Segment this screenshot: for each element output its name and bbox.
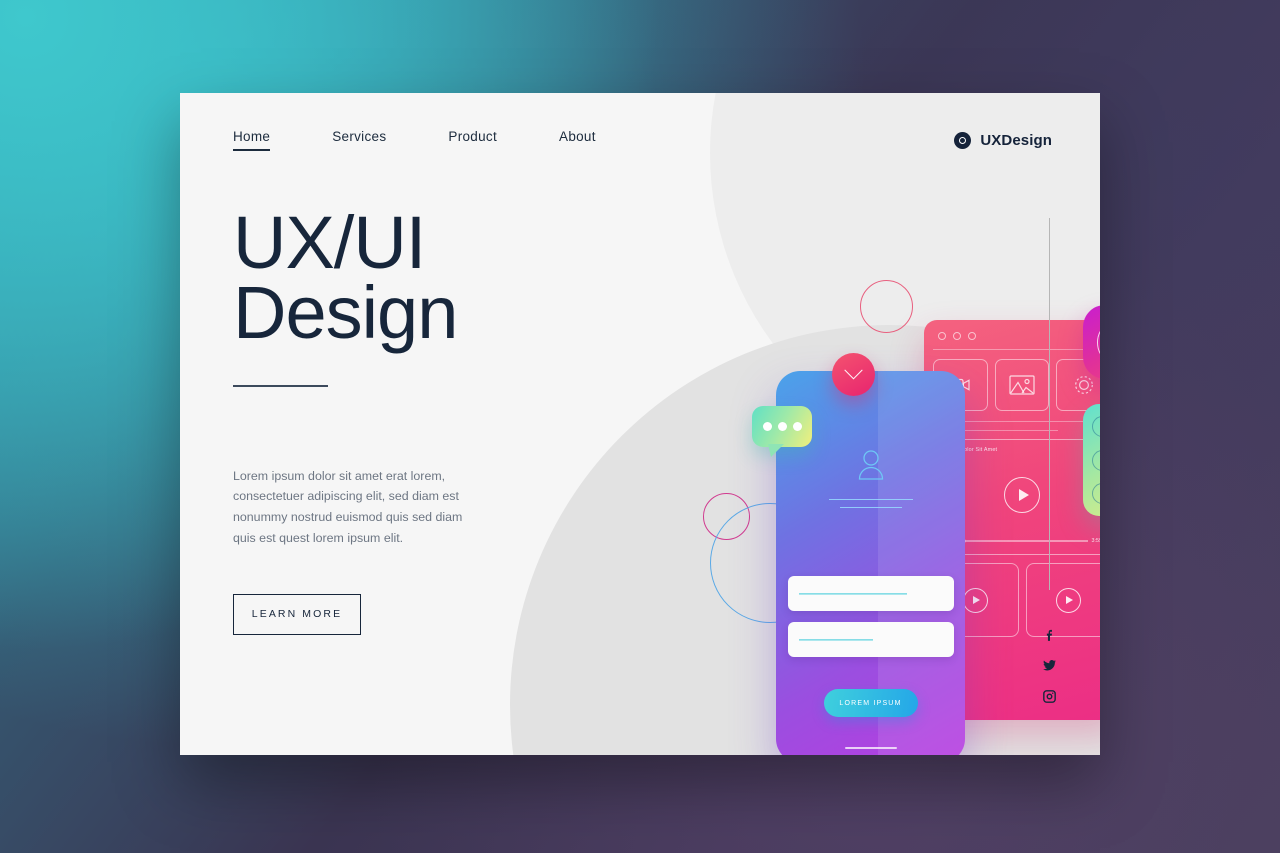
window-dot [953,332,961,340]
window-dot [938,332,946,340]
desktop-background: Home Services Product About UXDesign UX/… [0,0,1280,853]
phone-text-line [839,507,902,508]
learn-more-button[interactable]: LEARN MORE [233,593,361,635]
video-duration: 3:59 [1091,538,1101,544]
hero-paragraph: Lorem ipsum dolor sit amet erat lorem, c… [233,468,463,546]
site-header: Home Services Product About UXDesign [233,129,1052,151]
twitter-icon[interactable] [1041,657,1058,674]
stat-row: 30% [1092,483,1100,504]
chat-dot [792,422,802,431]
input-field-2[interactable] [788,622,954,657]
panel-divider [933,349,1100,350]
input-field-1[interactable] [788,576,954,611]
circle-dot-icon [954,131,972,149]
video-progress-slider[interactable]: 3:59 [942,537,1101,545]
stats-card: 50% 70% [1083,404,1100,516]
stat-avatar [1092,416,1100,437]
landing-page-card: Home Services Product About UXDesign UX/… [180,93,1100,755]
chat-dot [777,422,787,431]
video-title: Lorem Dolor Sit Amet [942,447,998,453]
hero-illustration: Lorem Dolor Sit Amet 3:59 [520,153,1100,755]
main-navigation: Home Services Product About [233,129,596,151]
page-title: UX/UI Design [233,201,458,354]
brand-logo[interactable]: UXDesign [954,131,1052,149]
user-avatar-icon [851,445,891,490]
stat-avatar [1092,483,1100,504]
brand-name: UXDesign [980,131,1052,149]
nav-link-home[interactable]: Home [233,129,271,151]
play-icon[interactable] [1004,476,1040,513]
nav-link-about[interactable]: About [559,129,596,151]
gear-icon [1074,376,1093,394]
hero-section: UX/UI Design Lorem ipsum dolor sit amet … [233,201,563,635]
window-dots [938,332,1100,340]
social-icon-list [1041,626,1058,705]
avatar-ring [1096,318,1100,366]
title-divider [233,385,328,387]
input-value-line [799,638,873,641]
stat-row: 50% [1092,416,1100,437]
nav-link-services[interactable]: Services [332,129,386,151]
play-icon [1055,587,1081,613]
facebook-icon[interactable] [1041,626,1058,643]
image-icon [1009,375,1035,395]
instagram-icon[interactable] [1041,688,1058,705]
chat-bubble-icon[interactable] [752,406,812,457]
decorative-circle-pink [860,280,913,333]
play-icon [963,587,989,613]
stat-row: 70% [1092,449,1100,471]
phone-home-indicator [844,747,897,749]
chevron-down-icon[interactable] [832,353,875,396]
rail-divider [1048,218,1051,590]
window-dot [968,332,976,340]
stat-avatar [1092,449,1100,471]
video-thumbnail[interactable] [1025,563,1100,637]
user-app-icon[interactable] [1083,305,1100,379]
nav-link-product[interactable]: Product [448,129,497,151]
phone-text-line [828,499,913,500]
social-rail [1041,218,1058,705]
input-value-line [799,592,907,595]
phone-submit-button[interactable]: LOREM IPSUM [823,689,918,717]
chat-dot [762,422,772,431]
